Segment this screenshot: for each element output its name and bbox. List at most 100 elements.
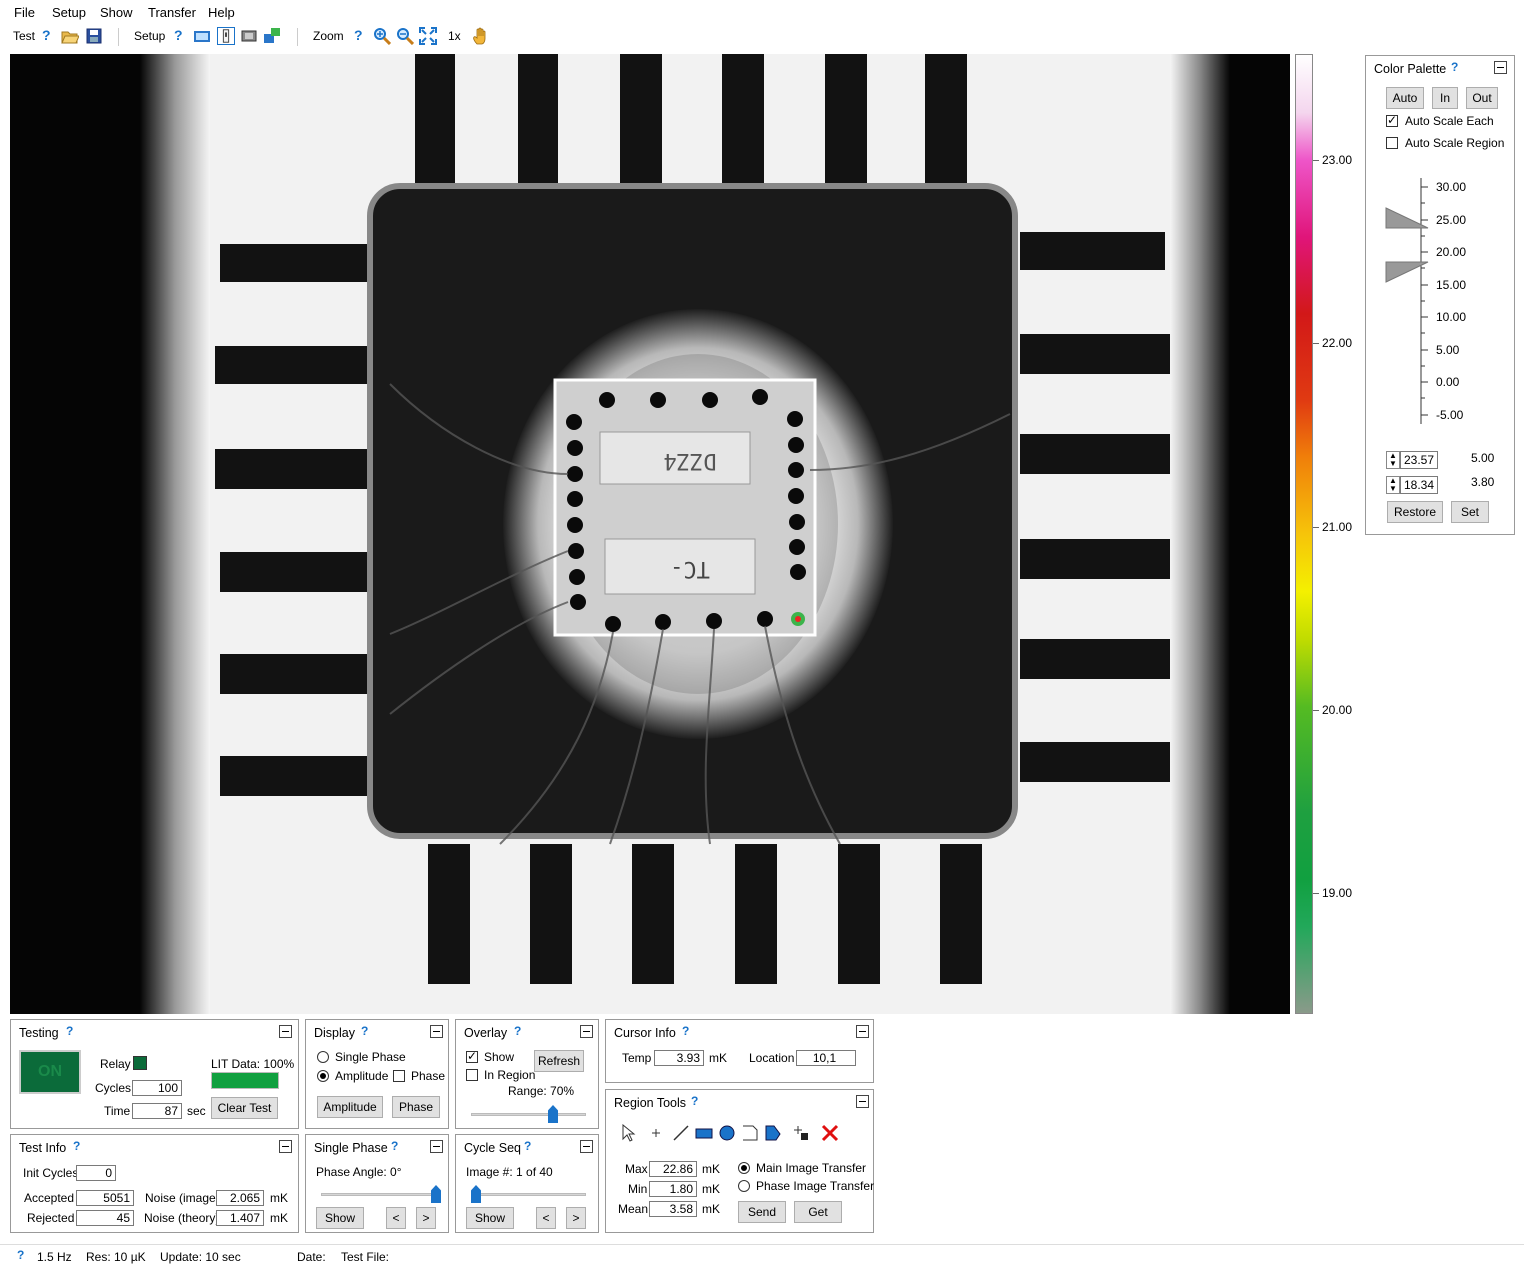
amplitude-radio[interactable] — [317, 1070, 329, 1082]
next-button[interactable]: > — [566, 1207, 586, 1229]
next-button[interactable]: > — [416, 1207, 436, 1229]
auto-scale-region-checkbox[interactable] — [1386, 137, 1398, 149]
get-button[interactable]: Get — [794, 1201, 842, 1223]
sec-label: sec — [187, 1104, 206, 1118]
cycles-field[interactable]: 100 — [132, 1080, 182, 1096]
zoom-fit-icon[interactable] — [419, 27, 437, 45]
help-icon[interactable]: ? — [682, 1024, 689, 1038]
open-folder-icon[interactable] — [61, 27, 79, 45]
help-icon[interactable]: ? — [174, 27, 183, 43]
minimize-button[interactable] — [580, 1140, 593, 1153]
minimize-button[interactable] — [430, 1140, 443, 1153]
in-button[interactable]: In — [1432, 87, 1458, 109]
delete-region-icon[interactable] — [820, 1123, 840, 1143]
temp-label: Temp — [622, 1051, 652, 1065]
zoom-out-icon[interactable] — [396, 27, 414, 45]
rectangle-tool-icon[interactable] — [695, 1124, 713, 1142]
help-icon[interactable]: ? — [391, 1139, 398, 1153]
max-label: Max — [625, 1162, 648, 1176]
phase-image-transfer-radio[interactable] — [738, 1180, 750, 1192]
help-icon[interactable]: ? — [691, 1094, 698, 1108]
save-icon[interactable] — [85, 27, 103, 45]
panel-title: Test Info — [19, 1141, 67, 1155]
minimize-button[interactable] — [856, 1095, 869, 1108]
phase-checkbox[interactable] — [393, 1070, 405, 1082]
main-image-transfer-radio[interactable] — [738, 1162, 750, 1174]
pan-hand-icon[interactable] — [472, 27, 490, 45]
show-checkbox[interactable] — [466, 1049, 478, 1063]
menu-transfer[interactable]: Transfer — [148, 5, 196, 20]
lower-spinner[interactable]: ▲ ▼ — [1386, 476, 1400, 494]
transfer-icon[interactable] — [263, 27, 281, 45]
menu-show[interactable]: Show — [100, 5, 133, 20]
menu-file[interactable]: File — [14, 5, 35, 20]
location-field: 10,1 — [796, 1050, 856, 1066]
upper-value-field[interactable]: 23.57 — [1400, 451, 1438, 469]
help-icon[interactable]: ? — [66, 1024, 73, 1038]
setup-label: Setup — [134, 29, 166, 43]
show-button[interactable]: Show — [466, 1207, 514, 1229]
zoom-in-icon[interactable] — [373, 27, 391, 45]
send-button[interactable]: Send — [738, 1201, 786, 1223]
upper-scale-handle[interactable] — [1385, 207, 1429, 229]
polygon-tool-icon[interactable] — [741, 1124, 759, 1142]
minimize-button[interactable] — [279, 1025, 292, 1038]
crosshair-icon[interactable] — [648, 1124, 664, 1142]
select-arrow-icon[interactable] — [620, 1124, 636, 1142]
help-icon[interactable]: ? — [524, 1139, 531, 1153]
prev-button[interactable]: < — [386, 1207, 406, 1229]
lower-value-field[interactable]: 18.34 — [1400, 476, 1438, 494]
device-setup-icon[interactable] — [217, 27, 235, 45]
show-button[interactable]: Show — [316, 1207, 364, 1229]
prev-button[interactable]: < — [536, 1207, 556, 1229]
zoom-level[interactable]: 1x — [448, 29, 461, 43]
set-button[interactable]: Set — [1451, 501, 1489, 523]
phase-angle-slider-thumb[interactable] — [431, 1185, 441, 1203]
minimize-button[interactable] — [279, 1140, 292, 1153]
range-slider-thumb[interactable] — [548, 1105, 558, 1123]
help-icon[interactable]: ? — [1451, 60, 1458, 74]
time-field[interactable]: 87 — [132, 1103, 182, 1119]
min-unit: mK — [702, 1182, 720, 1196]
help-icon[interactable]: ? — [354, 27, 363, 43]
minimize-button[interactable] — [1494, 61, 1507, 74]
upper-spinner[interactable]: ▲ ▼ — [1386, 451, 1400, 469]
help-icon[interactable]: ? — [514, 1024, 521, 1038]
max-field: 22.86 — [649, 1161, 697, 1177]
lower-scale-handle[interactable] — [1385, 261, 1429, 283]
amplitude-label: Amplitude — [335, 1069, 389, 1083]
line-tool-icon[interactable] — [672, 1124, 690, 1142]
menu-help[interactable]: Help — [208, 5, 235, 20]
auto-scale-each-checkbox[interactable] — [1386, 113, 1398, 127]
help-icon[interactable]: ? — [17, 1248, 24, 1262]
freeform-tool-icon[interactable] — [764, 1124, 782, 1142]
colorbar-tick — [1313, 527, 1319, 528]
point-region-icon[interactable] — [792, 1124, 810, 1142]
phase-button[interactable]: Phase — [392, 1096, 440, 1118]
clear-test-button[interactable]: Clear Test — [211, 1097, 278, 1119]
auto-button[interactable]: Auto — [1386, 87, 1424, 109]
init-cycles-field[interactable]: 0 — [76, 1165, 116, 1181]
camera-setup-icon[interactable] — [193, 27, 211, 45]
restore-button[interactable]: Restore — [1387, 501, 1443, 523]
in-region-checkbox[interactable] — [466, 1069, 478, 1081]
ellipse-tool-icon[interactable] — [718, 1124, 736, 1142]
single-phase-radio[interactable] — [317, 1051, 329, 1063]
minimize-button[interactable] — [430, 1025, 443, 1038]
on-indicator[interactable]: ON — [19, 1050, 81, 1094]
help-icon[interactable]: ? — [73, 1139, 80, 1153]
cycle-slider-track[interactable] — [471, 1193, 586, 1196]
amplitude-button[interactable]: Amplitude — [317, 1096, 383, 1118]
out-button[interactable]: Out — [1466, 87, 1498, 109]
thermal-image-view[interactable]: DZZ4 TC- — [10, 54, 1290, 1014]
chip-setup-icon[interactable] — [240, 27, 258, 45]
minimize-button[interactable] — [580, 1025, 593, 1038]
help-icon[interactable]: ? — [361, 1024, 368, 1038]
refresh-button[interactable]: Refresh — [534, 1050, 584, 1072]
help-icon[interactable]: ? — [42, 27, 51, 43]
minimize-button[interactable] — [856, 1025, 869, 1038]
range-slider-track[interactable] — [471, 1113, 586, 1116]
cycle-slider-thumb[interactable] — [471, 1185, 481, 1203]
phase-angle-slider-track[interactable] — [321, 1193, 436, 1196]
menu-setup[interactable]: Setup — [52, 5, 86, 20]
